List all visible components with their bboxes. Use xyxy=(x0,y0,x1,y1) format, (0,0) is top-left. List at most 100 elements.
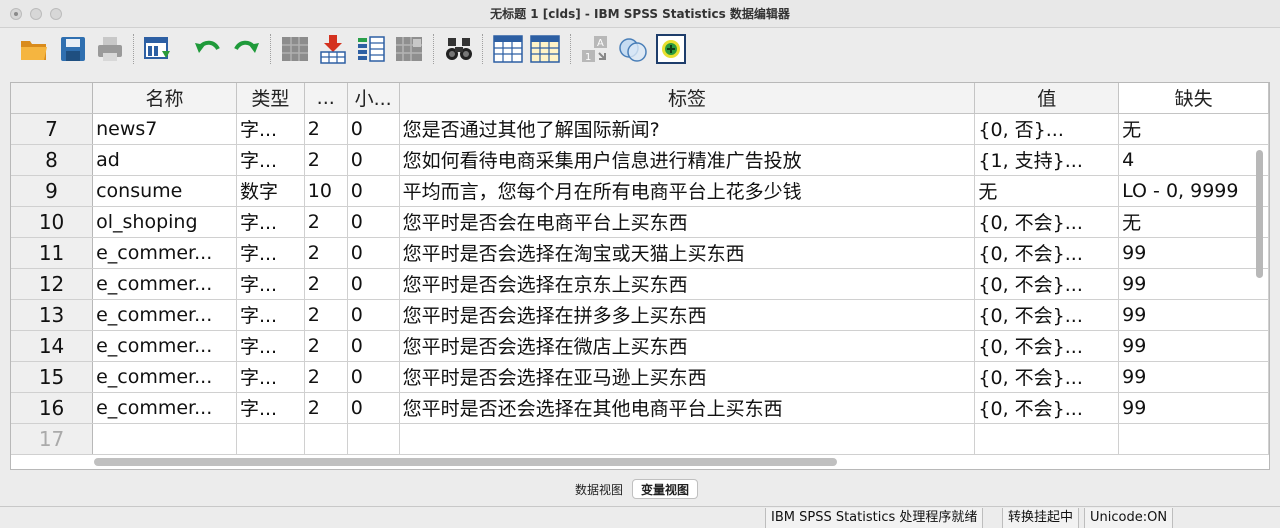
cell-name[interactable]: e_commer... xyxy=(92,361,237,393)
cell-decimals[interactable]: 0 xyxy=(347,299,400,331)
cell-label[interactable]: 您平时是否会在电商平台上买东西 xyxy=(399,206,976,238)
cell-missing[interactable]: 99 xyxy=(1118,299,1269,331)
cell-width[interactable]: 2 xyxy=(304,206,348,238)
cell-missing[interactable]: 99 xyxy=(1118,330,1269,362)
cell-type[interactable]: 字... xyxy=(236,237,305,269)
cell-missing[interactable]: 99 xyxy=(1118,392,1269,424)
cell-missing[interactable]: 99 xyxy=(1118,268,1269,300)
cell-values[interactable]: {0, 否}... xyxy=(974,113,1120,145)
cell-name[interactable]: ad xyxy=(92,144,237,176)
find-icon[interactable] xyxy=(443,33,475,65)
redo-icon[interactable] xyxy=(230,33,262,65)
cell-decimals[interactable]: 0 xyxy=(347,206,400,238)
cell-label[interactable]: 您如何看待电商采集用户信息进行精准广告投放 xyxy=(399,144,976,176)
insert-case-icon[interactable] xyxy=(317,33,349,65)
row-number[interactable]: 10 xyxy=(11,206,94,238)
row-number[interactable]: 7 xyxy=(11,113,94,145)
cell-decimals[interactable]: 0 xyxy=(347,237,400,269)
cell-type[interactable]: 数字 xyxy=(236,175,305,207)
cell-values[interactable]: {1, 支持}... xyxy=(974,144,1120,176)
column-header-label[interactable]: 标签 xyxy=(399,83,976,114)
cell-name[interactable]: e_commer... xyxy=(92,237,237,269)
spelling-icon[interactable] xyxy=(655,33,687,65)
cell-label[interactable]: 您平时是否会选择在微店上买东西 xyxy=(399,330,976,362)
cell-type[interactable]: 字... xyxy=(236,361,305,393)
cell-label[interactable]: 您平时是否会选择在亚马逊上买东西 xyxy=(399,361,976,393)
cell-label[interactable]: 您是否通过其他了解国际新闻? xyxy=(399,113,976,145)
cell-name[interactable]: ol_shoping xyxy=(92,206,237,238)
row-number[interactable]: 9 xyxy=(11,175,94,207)
cell-type[interactable]: 字... xyxy=(236,144,305,176)
cell-values[interactable] xyxy=(974,423,1120,455)
cell-missing[interactable]: 99 xyxy=(1118,361,1269,393)
cell-values[interactable]: {0, 不会}... xyxy=(974,330,1120,362)
cell-width[interactable]: 2 xyxy=(304,144,348,176)
cell-name[interactable]: e_commer... xyxy=(92,299,237,331)
split-file-icon[interactable] xyxy=(393,33,425,65)
cell-type[interactable]: 字... xyxy=(236,268,305,300)
horizontal-scroll-thumb[interactable] xyxy=(94,458,837,466)
cell-label[interactable]: 您平时是否会选择在淘宝或天猫上买东西 xyxy=(399,237,976,269)
tab-data-view[interactable]: 数据视图 xyxy=(566,479,632,499)
undo-icon[interactable] xyxy=(192,33,224,65)
cell-name[interactable]: e_commer... xyxy=(92,392,237,424)
cell-label[interactable]: 您平时是否还会选择在其他电商平台上买东西 xyxy=(399,392,976,424)
cell-width[interactable]: 2 xyxy=(304,392,348,424)
cell-missing[interactable]: 99 xyxy=(1118,237,1269,269)
cell-missing[interactable]: 无 xyxy=(1118,206,1269,238)
column-header-missing[interactable]: 缺失 xyxy=(1118,83,1269,114)
cell-width[interactable]: 10 xyxy=(304,175,348,207)
vertical-scrollbar[interactable] xyxy=(1254,112,1266,452)
cell-decimals[interactable]: 0 xyxy=(347,361,400,393)
column-header-name[interactable]: 名称 xyxy=(92,83,237,114)
cell-values[interactable]: {0, 不会}... xyxy=(974,392,1120,424)
cell-type[interactable]: 字... xyxy=(236,113,305,145)
column-header-values[interactable]: 值 xyxy=(974,83,1120,114)
cell-type[interactable] xyxy=(236,423,305,455)
cell-name[interactable]: news7 xyxy=(92,113,237,145)
cell-label[interactable] xyxy=(399,423,976,455)
cell-width[interactable]: 2 xyxy=(304,330,348,362)
row-number[interactable]: 15 xyxy=(11,361,94,393)
row-number[interactable]: 11 xyxy=(11,237,94,269)
column-header-decimals[interactable]: 小... xyxy=(347,83,400,114)
cell-width[interactable]: 2 xyxy=(304,268,348,300)
cell-values[interactable]: 无 xyxy=(974,175,1120,207)
cell-missing[interactable]: LO - 0, 9999 xyxy=(1118,175,1269,207)
cell-type[interactable]: 字... xyxy=(236,299,305,331)
cell-values[interactable]: {0, 不会}... xyxy=(974,206,1120,238)
data-view-grid-icon[interactable] xyxy=(492,33,524,65)
column-header-type[interactable]: 类型 xyxy=(236,83,305,114)
save-icon[interactable] xyxy=(57,33,89,65)
insert-variable-icon[interactable] xyxy=(355,33,387,65)
cell-name[interactable]: consume xyxy=(92,175,237,207)
cell-label[interactable]: 您平时是否会选择在京东上买东西 xyxy=(399,268,976,300)
cell-missing[interactable]: 无 xyxy=(1118,113,1269,145)
cell-name[interactable] xyxy=(92,423,237,455)
value-labels-icon[interactable]: A1 xyxy=(579,33,611,65)
cell-decimals[interactable]: 0 xyxy=(347,113,400,145)
cell-decimals[interactable]: 0 xyxy=(347,392,400,424)
cell-missing[interactable] xyxy=(1118,423,1269,455)
cell-label[interactable]: 您平时是否会选择在拼多多上买东西 xyxy=(399,299,976,331)
row-header-corner[interactable] xyxy=(11,83,94,114)
cell-values[interactable]: {0, 不会}... xyxy=(974,361,1120,393)
column-header-width[interactable]: ... xyxy=(304,83,348,114)
cell-decimals[interactable]: 0 xyxy=(347,330,400,362)
print-icon[interactable] xyxy=(94,33,126,65)
cell-name[interactable]: e_commer... xyxy=(92,330,237,362)
row-number[interactable]: 13 xyxy=(11,299,94,331)
cell-values[interactable]: {0, 不会}... xyxy=(974,299,1120,331)
open-folder-icon[interactable] xyxy=(18,33,50,65)
cell-decimals[interactable]: 0 xyxy=(347,175,400,207)
cell-type[interactable]: 字... xyxy=(236,330,305,362)
row-number[interactable]: 17 xyxy=(11,423,94,455)
use-sets-icon[interactable] xyxy=(617,33,649,65)
cell-values[interactable]: {0, 不会}... xyxy=(974,237,1120,269)
cell-type[interactable]: 字... xyxy=(236,392,305,424)
cell-width[interactable]: 2 xyxy=(304,361,348,393)
row-number[interactable]: 12 xyxy=(11,268,94,300)
cell-decimals[interactable]: 0 xyxy=(347,144,400,176)
row-number[interactable]: 8 xyxy=(11,144,94,176)
cell-width[interactable]: 2 xyxy=(304,237,348,269)
